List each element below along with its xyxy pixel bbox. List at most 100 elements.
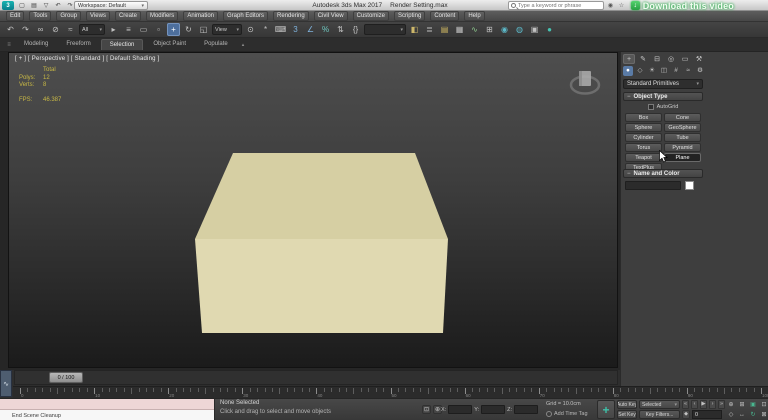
menu-item[interactable]: Content [430, 11, 460, 21]
workspace-dropdown[interactable]: Workspace: Default [74, 1, 148, 10]
key-mode-toggle-icon[interactable]: ◆ [682, 410, 690, 419]
selection-lock-toggle-icon[interactable]: ⊡ [422, 405, 431, 414]
menu-item[interactable]: Civil View [313, 11, 348, 21]
viewport-label[interactable]: [ + ] [ Perspective ] [ Standard ] [ Def… [15, 56, 159, 62]
angle-snap-icon[interactable]: ∠ [304, 23, 317, 36]
reference-coordinate-dropdown[interactable]: View ▾ [212, 24, 242, 35]
motion-tab-icon[interactable]: ◎ [665, 54, 677, 64]
use-pivot-center-icon[interactable]: ⊙ [244, 23, 257, 36]
layer-manager-icon[interactable]: ▤ [438, 23, 451, 36]
edit-named-sets-icon[interactable]: {} [349, 23, 362, 36]
object-type-button[interactable]: Teapot [625, 153, 662, 162]
viewcube[interactable] [563, 59, 607, 103]
menu-item[interactable]: Tools [29, 11, 52, 21]
name-color-rollout-header[interactable]: Name and Color [623, 169, 703, 178]
object-type-button[interactable]: Cylinder [625, 133, 662, 142]
render-production-icon[interactable]: ● [543, 23, 556, 36]
object-type-button[interactable]: Cone [664, 113, 701, 122]
search-input[interactable] [518, 2, 601, 9]
ribbon-collapse-icon[interactable]: ▴ [242, 42, 245, 48]
object-type-button[interactable]: Sphere [625, 123, 662, 132]
select-and-move-icon[interactable]: + [167, 23, 180, 36]
select-by-name-icon[interactable]: ≡ [122, 23, 135, 36]
modify-tab-icon[interactable]: ✎ [637, 54, 649, 64]
play-icon[interactable]: ▶ [700, 400, 707, 409]
select-object-icon[interactable]: ▸ [107, 23, 120, 36]
shapes-category-icon[interactable]: ◇ [635, 66, 645, 76]
go-to-end-icon[interactable]: » [718, 400, 725, 409]
helpers-category-icon[interactable]: # [671, 66, 681, 76]
scene-canvas[interactable] [9, 53, 617, 367]
menu-item[interactable]: Customize [352, 11, 389, 21]
ribbon-tab[interactable]: Populate [196, 39, 236, 50]
perspective-viewport[interactable]: [ + ] [ Perspective ] [ Standard ] [ Def… [8, 52, 618, 368]
menu-item[interactable]: Modifiers [145, 11, 179, 21]
cameras-category-icon[interactable]: ◫ [659, 66, 669, 76]
hierarchy-tab-icon[interactable]: ⊟ [651, 54, 663, 64]
maxscript-mini-listener[interactable]: End Scene Cleanup [0, 399, 215, 420]
time-slider[interactable]: 0 / 100 [14, 370, 618, 385]
select-and-link-icon[interactable]: ∞ [34, 23, 47, 36]
listener-macro-pane[interactable] [0, 399, 214, 410]
add-time-tag[interactable]: Add Time Tag [546, 411, 588, 417]
next-frame-icon[interactable]: › [709, 400, 716, 409]
snaps-toggle-icon[interactable]: 3 [289, 23, 302, 36]
favorites-icon[interactable]: ☆ [617, 1, 626, 10]
key-selection-dropdown[interactable]: Selected [639, 400, 680, 409]
zoom-all-icon[interactable]: ⊞ [737, 400, 747, 409]
curve-editor-icon[interactable]: ∿ [468, 23, 481, 36]
object-color-swatch[interactable] [685, 181, 694, 190]
track-bar-ruler[interactable]: 0102030405060708090100 [13, 386, 768, 398]
ribbon-grip-icon[interactable]: ≡ [4, 42, 14, 48]
primitives-dropdown[interactable]: Standard Primitives [623, 79, 703, 89]
ribbon-tab[interactable]: Modeling [16, 39, 56, 50]
selection-region-icon[interactable]: ▭ [137, 23, 150, 36]
ribbon-tab[interactable]: Object Paint [145, 39, 194, 50]
menu-item[interactable]: Animation [183, 11, 218, 21]
menu-item[interactable]: Create [114, 11, 141, 21]
time-slider-handle[interactable]: 0 / 100 [49, 372, 83, 383]
render-setup-icon[interactable]: ◍ [513, 23, 526, 36]
open-mini-curve-editor-button[interactable]: ∿ [0, 370, 12, 397]
object-type-button[interactable]: Plane [664, 153, 701, 162]
utilities-tab-icon[interactable]: ⚒ [693, 54, 705, 64]
autogrid-checkbox[interactable] [647, 104, 654, 110]
spinner-snap-icon[interactable]: ⇅ [334, 23, 347, 36]
select-and-manipulate-icon[interactable]: * [259, 23, 272, 36]
download-watermark[interactable]: ↓ Download this video [630, 0, 734, 11]
z-field[interactable] [514, 405, 538, 414]
pan-icon[interactable]: ↔ [737, 410, 747, 419]
save-file-icon[interactable]: ▽ [41, 1, 51, 10]
zoom-icon[interactable]: ⊕ [726, 400, 736, 409]
mirror-icon[interactable]: ◧ [408, 23, 421, 36]
key-filters-button[interactable]: Key Filters... [639, 410, 680, 419]
keyboard-override-icon[interactable]: ⌨ [274, 23, 287, 36]
display-tab-icon[interactable]: ▭ [679, 54, 691, 64]
3ds-max-logo-icon[interactable]: 3 [2, 1, 14, 10]
redo-icon[interactable]: ↷ [19, 23, 32, 36]
unlink-selection-icon[interactable]: ⊘ [49, 23, 62, 36]
ribbon-tab[interactable]: Freeform [58, 39, 98, 50]
menu-item[interactable]: Graph Editors [223, 11, 269, 21]
menu-item[interactable]: Help [464, 11, 485, 21]
go-to-start-icon[interactable]: « [682, 400, 689, 409]
object-type-button[interactable]: Box [625, 113, 662, 122]
set-keys-button[interactable]: + [597, 400, 615, 419]
box-top-face[interactable] [195, 153, 448, 239]
object-type-rollout-header[interactable]: Object Type [623, 92, 703, 101]
percent-snap-icon[interactable]: % [319, 23, 332, 36]
object-type-button[interactable]: Tube [664, 133, 701, 142]
open-file-icon[interactable]: ▤ [29, 1, 39, 10]
y-field[interactable] [481, 405, 506, 414]
select-and-rotate-icon[interactable]: ↻ [182, 23, 195, 36]
sign-in-icon[interactable]: ◉ [606, 1, 615, 10]
previous-frame-icon[interactable]: ‹ [691, 400, 698, 409]
listener-input-pane[interactable]: End Scene Cleanup [0, 410, 214, 420]
window-crossing-icon[interactable]: ▫ [152, 23, 165, 36]
space-warps-category-icon[interactable]: ≈ [683, 66, 693, 76]
new-scene-icon[interactable]: ▢ [17, 1, 27, 10]
zoom-extents-icon[interactable]: ▣ [748, 400, 758, 409]
object-type-button[interactable]: Torus [625, 143, 662, 152]
select-and-scale-icon[interactable]: ◱ [197, 23, 210, 36]
ribbon-toggle-icon[interactable]: ▦ [453, 23, 466, 36]
